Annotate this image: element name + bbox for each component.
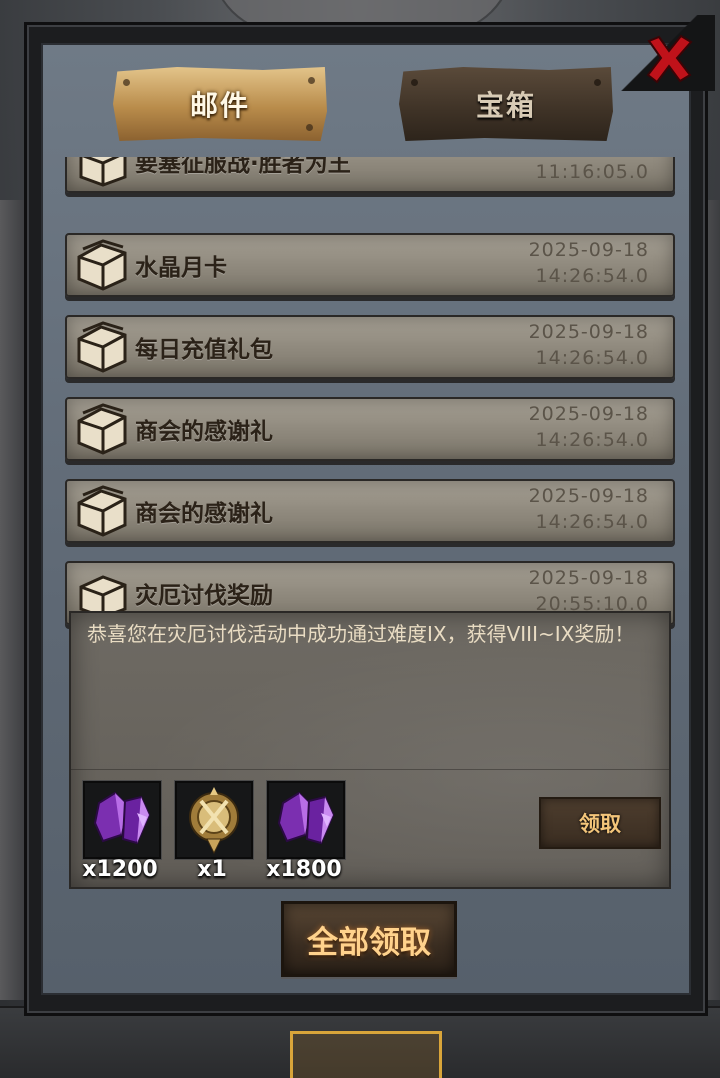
chest-icon <box>77 239 127 291</box>
background-bottom-nav <box>0 1006 720 1078</box>
claim-all-button[interactable]: 全部领取 <box>281 901 457 977</box>
mail-item[interactable]: 商会的感谢礼 2025-09-18 14:26:54.0 <box>65 397 675 461</box>
mail-subject: 灾厄讨伐奖励 <box>135 583 273 609</box>
tab-chest[interactable]: 宝箱 <box>399 67 613 141</box>
chest-icon <box>79 157 127 187</box>
mail-date: 2025-09-18 <box>528 321 649 343</box>
tab-chest-label: 宝箱 <box>475 89 536 122</box>
mail-subject: 要塞征服战·胜者为王 <box>135 157 351 177</box>
mail-date: 2025-09-18 <box>528 239 649 261</box>
nail-decoration <box>594 79 601 86</box>
mail-date: 2025-09-18 <box>528 403 649 425</box>
mail-subject: 商会的感谢礼 <box>135 419 273 445</box>
nail-decoration <box>308 77 315 84</box>
close-button[interactable] <box>639 29 699 89</box>
gold-emblem-icon <box>189 787 239 855</box>
mail-date: 2025-09-18 <box>528 567 649 589</box>
mail-time: 14:26:54.0 <box>535 265 649 287</box>
mail-detail: 恭喜您在灾厄讨伐活动中成功通过难度IX，获得VIII~IX奖励！ x1200 x… <box>69 611 671 889</box>
purple-crystal-icon <box>93 791 151 845</box>
reward-count: x1800 <box>266 857 342 882</box>
chest-icon <box>77 321 127 373</box>
nail-decoration <box>306 124 313 131</box>
reward-slot[interactable] <box>83 781 161 859</box>
mail-date: 2025-09-18 <box>528 485 649 507</box>
reward-slot[interactable] <box>175 781 253 859</box>
mail-item[interactable]: 每日充值礼包 2025-09-18 14:26:54.0 <box>65 315 675 379</box>
reward-count: x1200 <box>82 857 158 882</box>
mail-subject: 水晶月卡 <box>135 255 227 281</box>
divider <box>71 769 669 770</box>
chest-icon <box>77 485 127 537</box>
close-icon <box>646 34 693 84</box>
mail-body-text: 恭喜您在灾厄讨伐活动中成功通过难度IX，获得VIII~IX奖励！ <box>87 622 635 646</box>
background-left-sidebar <box>0 200 26 1000</box>
mail-list[interactable]: 要塞征服战·胜者为王 11:16:05.0 水晶月卡 2025-09-18 14… <box>65 157 681 907</box>
reward-count: x1 <box>197 857 227 882</box>
mail-time: 14:26:54.0 <box>535 429 649 451</box>
tab-mail-label: 邮件 <box>189 89 250 122</box>
background-active-nav-tab <box>290 1031 442 1078</box>
mail-item[interactable]: 要塞征服战·胜者为王 11:16:05.0 <box>65 157 675 193</box>
mail-subject: 商会的感谢礼 <box>135 501 273 527</box>
mail-time: 11:16:05.0 <box>535 161 649 183</box>
mail-subject: 每日充值礼包 <box>135 337 273 363</box>
claim-button[interactable]: 领取 <box>539 797 661 849</box>
purple-crystal-icon <box>277 791 335 845</box>
mail-item[interactable]: 商会的感谢礼 2025-09-18 14:26:54.0 <box>65 479 675 543</box>
chest-icon <box>77 403 127 455</box>
reward-slot[interactable] <box>267 781 345 859</box>
mail-item[interactable]: 水晶月卡 2025-09-18 14:26:54.0 <box>65 233 675 297</box>
tab-mail[interactable]: 邮件 <box>113 67 327 141</box>
mail-panel: 邮件 宝箱 要塞征服战·胜者为王 11:16:05.0 水晶月卡 2025-09… <box>24 15 715 1016</box>
mail-time: 14:26:54.0 <box>535 511 649 533</box>
nail-decoration <box>123 79 130 86</box>
nail-decoration <box>411 79 418 86</box>
mail-time: 14:26:54.0 <box>535 347 649 369</box>
